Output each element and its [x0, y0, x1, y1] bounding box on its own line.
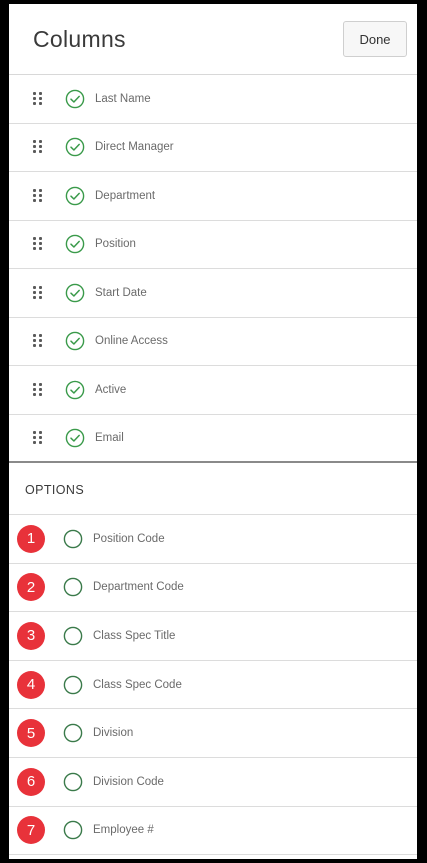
column-label: Email: [95, 431, 124, 444]
check-circle-icon[interactable]: [65, 234, 85, 254]
check-circle-icon[interactable]: [65, 186, 85, 206]
step-number-badge: 6: [17, 767, 45, 796]
column-label: Direct Manager: [95, 141, 174, 154]
step-number-badge: 5: [17, 719, 45, 748]
column-row[interactable]: Email: [9, 415, 417, 463]
panel-header: Columns Done: [9, 4, 417, 75]
empty-circle-icon[interactable]: [63, 772, 83, 792]
column-row[interactable]: Online Access: [9, 318, 417, 366]
option-label: Position Code: [93, 532, 165, 545]
column-row[interactable]: Direct Manager: [9, 124, 417, 172]
column-row[interactable]: Department: [9, 172, 417, 221]
step-number-badge: 4: [17, 670, 45, 699]
option-row[interactable]: 2 Department Code: [9, 564, 417, 613]
check-circle-icon[interactable]: [65, 283, 85, 303]
step-number-badge: 1: [17, 524, 45, 553]
column-label: Last Name: [95, 92, 151, 105]
columns-panel: Columns Done Last Name Direct Manager Depa…: [9, 4, 417, 859]
drag-handle-icon[interactable]: [33, 334, 43, 348]
column-label: Online Access: [95, 335, 168, 348]
check-circle-icon[interactable]: [65, 331, 85, 351]
columns-list: Last Name Direct Manager Department Positio…: [9, 75, 417, 463]
drag-handle-icon[interactable]: [33, 430, 43, 445]
check-circle-icon[interactable]: [65, 380, 85, 400]
option-row[interactable]: 5 Division: [9, 709, 417, 758]
option-label: Division Code: [93, 775, 164, 788]
drag-handle-icon[interactable]: [33, 285, 43, 300]
column-label: Active: [95, 383, 127, 396]
option-label: Department Code: [93, 581, 184, 594]
empty-circle-icon[interactable]: [63, 723, 83, 743]
option-row[interactable]: 7 Employee #: [9, 807, 417, 856]
empty-circle-icon[interactable]: [63, 529, 83, 549]
column-label: Department: [95, 189, 156, 202]
option-label: Division: [93, 727, 134, 740]
drag-handle-icon[interactable]: [33, 91, 43, 106]
option-row[interactable]: 1 Position Code: [9, 515, 417, 564]
option-row[interactable]: 3 Class Spec Title: [9, 612, 417, 661]
page-title: Columns: [33, 26, 126, 52]
options-list: 1 Position Code 2 Department Code 3 Class Spe…: [9, 515, 417, 856]
column-row[interactable]: Active: [9, 366, 417, 415]
done-button[interactable]: Done: [343, 21, 407, 57]
empty-circle-icon[interactable]: [63, 820, 83, 840]
options-heading: OPTIONS: [25, 483, 85, 497]
check-circle-icon[interactable]: [65, 137, 85, 157]
options-section-header: OPTIONS: [9, 463, 417, 515]
option-row[interactable]: 4 Class Spec Code: [9, 661, 417, 710]
column-label: Position: [95, 238, 136, 251]
check-circle-icon[interactable]: [65, 89, 85, 109]
step-number-badge: 3: [17, 621, 45, 650]
empty-circle-icon[interactable]: [63, 577, 83, 597]
drag-handle-icon[interactable]: [33, 237, 43, 251]
step-number-badge: 2: [17, 573, 45, 602]
step-number-badge: 7: [17, 816, 45, 845]
drag-handle-icon[interactable]: [33, 382, 43, 397]
option-label: Employee #: [93, 824, 154, 837]
column-row[interactable]: Start Date: [9, 269, 417, 318]
column-label: Start Date: [95, 286, 147, 299]
option-label: Class Spec Code: [93, 678, 182, 691]
column-row[interactable]: Last Name: [9, 75, 417, 124]
drag-handle-icon[interactable]: [33, 188, 43, 203]
option-label: Class Spec Title: [93, 629, 176, 642]
empty-circle-icon[interactable]: [63, 626, 83, 646]
column-row[interactable]: Position: [9, 221, 417, 269]
empty-circle-icon[interactable]: [63, 675, 83, 695]
check-circle-icon[interactable]: [65, 428, 85, 448]
option-row[interactable]: 6 Division Code: [9, 758, 417, 807]
drag-handle-icon[interactable]: [33, 140, 43, 154]
